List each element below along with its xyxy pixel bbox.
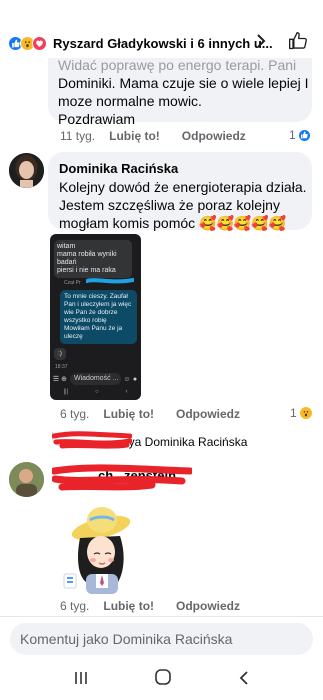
avatar[interactable] [9,153,44,188]
menu-icon: ☰ [52,376,60,383]
comment-reaction-count[interactable]: 1 [289,128,311,142]
reactors-names: Ryszard Gładykowski i 6 innych u... [53,35,273,51]
recent-apps-icon[interactable] [73,669,89,692]
comment-reaction-count[interactable]: 1 [290,406,313,420]
message-input: Wiadomość ... [70,373,121,385]
chevron-right-icon[interactable] [255,33,267,54]
comment-input[interactable]: Komentuj jako Dominika Racińska [10,623,313,655]
recents-icon: ||| [63,389,69,395]
message-line: mama robiła wyniki badań [57,251,117,266]
chat-label: Czat Pr [64,280,81,286]
comment-text-line: moze normalne mowic. [58,93,202,109]
reply-preview[interactable]: aya Dominika Racińska [52,430,312,452]
back-icon: ‹ [125,389,128,395]
reactions-summary-bar-front[interactable]: Ryszard Gładykowski i 6 innych u... [0,28,323,58]
comment-author-line: ch...zenstein [52,463,252,493]
emoji-icon: ☺ [123,375,131,383]
comments-page: Ryszard Gładykowski i 6 innych u... Wida… [0,0,323,700]
smile-message: :) [54,348,66,360]
comment-text-line: Pozdrawiam [58,111,136,127]
comment-bubble: Dominika Racińska Kolejny dowód że energ… [48,152,312,232]
attached-screenshot-image[interactable]: witam mama robiła wyniki badań piersi i … [50,234,141,400]
mic-icon: ● [132,375,138,383]
system-nav-bar [0,660,323,700]
like-button[interactable]: Lubię to! [103,599,154,613]
comment-actions: 11 tyg. Lubię to! Odpowiedz [60,129,268,143]
reply-button[interactable]: Odpowiedz [176,407,240,421]
message-line: piersi i nie ma raka [57,267,116,274]
like-button[interactable]: Lubię to! [109,129,160,143]
comment-time[interactable]: 6 tyg. [60,407,89,421]
comment-text: Kolejny dowód że energioterapia działa. … [59,178,309,232]
reply-button[interactable]: Odpowiedz [176,599,240,613]
reply-preview-text: aya Dominika Racińska [122,435,248,449]
home-icon[interactable] [154,668,172,692]
like-button[interactable]: Lubię to! [103,407,154,421]
comment-text-line: Dominiki. Mama czuje sie o wiele lepiej … [58,75,309,91]
reaction-icons [8,35,47,51]
redaction-scribble [86,278,134,284]
comment-text-line: Widać poprawę po energo terapi. Pani [58,57,297,73]
message-line: witam [57,243,76,250]
like-reaction-icon [297,128,311,142]
comment-text-line: mogłam komis pomóc 🥰🥰🥰🥰🥰 [59,215,287,231]
redaction-scribble [52,464,192,491]
home-icon: ○ [95,389,99,395]
comment-text-line: Kolejny dowód że energioterapia działa. [59,179,307,195]
message-input-row: ☰ ⊕ Wiadomość ... ☺ ● [52,372,139,386]
comment-author[interactable]: Dominika Racińska [59,161,178,176]
avatar[interactable] [9,462,44,497]
sticker-image[interactable] [56,498,144,594]
reaction-count-value: 1 [290,406,297,420]
sent-message: To mnie cieszy. Zaufał Pan i uleczyłem j… [60,290,137,344]
redaction-scribble [52,431,132,449]
back-icon[interactable] [237,669,251,692]
reaction-count-value: 1 [289,128,296,142]
reply-button[interactable]: Odpowiedz [182,129,246,143]
phone-nav-bar: ||| ○ ‹ [50,389,141,400]
comment-time[interactable]: 6 tyg. [60,599,89,613]
comment-actions: 6 tyg. Lubię to! Odpowiedz [60,599,262,613]
wow-reaction-icon [298,406,313,420]
received-message: witam mama robiła wyniki badań piersi i … [54,240,132,278]
thumbs-up-icon[interactable] [288,31,308,51]
love-reaction-icon [32,35,47,51]
comment-actions: 6 tyg. Lubię to! Odpowiedz [60,407,262,421]
message-timestamp: 18:37 [55,364,68,370]
comment-time[interactable]: 11 tyg. [60,129,95,143]
comment-composer: Komentuj jako Dominika Racińska [0,616,323,660]
comment-text: Widać poprawę po energo terapi. Pani Dom… [58,56,309,128]
add-icon: ⊕ [61,376,67,383]
comment-text-line: Jestem szczęśliwa że poraz kolejny [59,197,280,213]
